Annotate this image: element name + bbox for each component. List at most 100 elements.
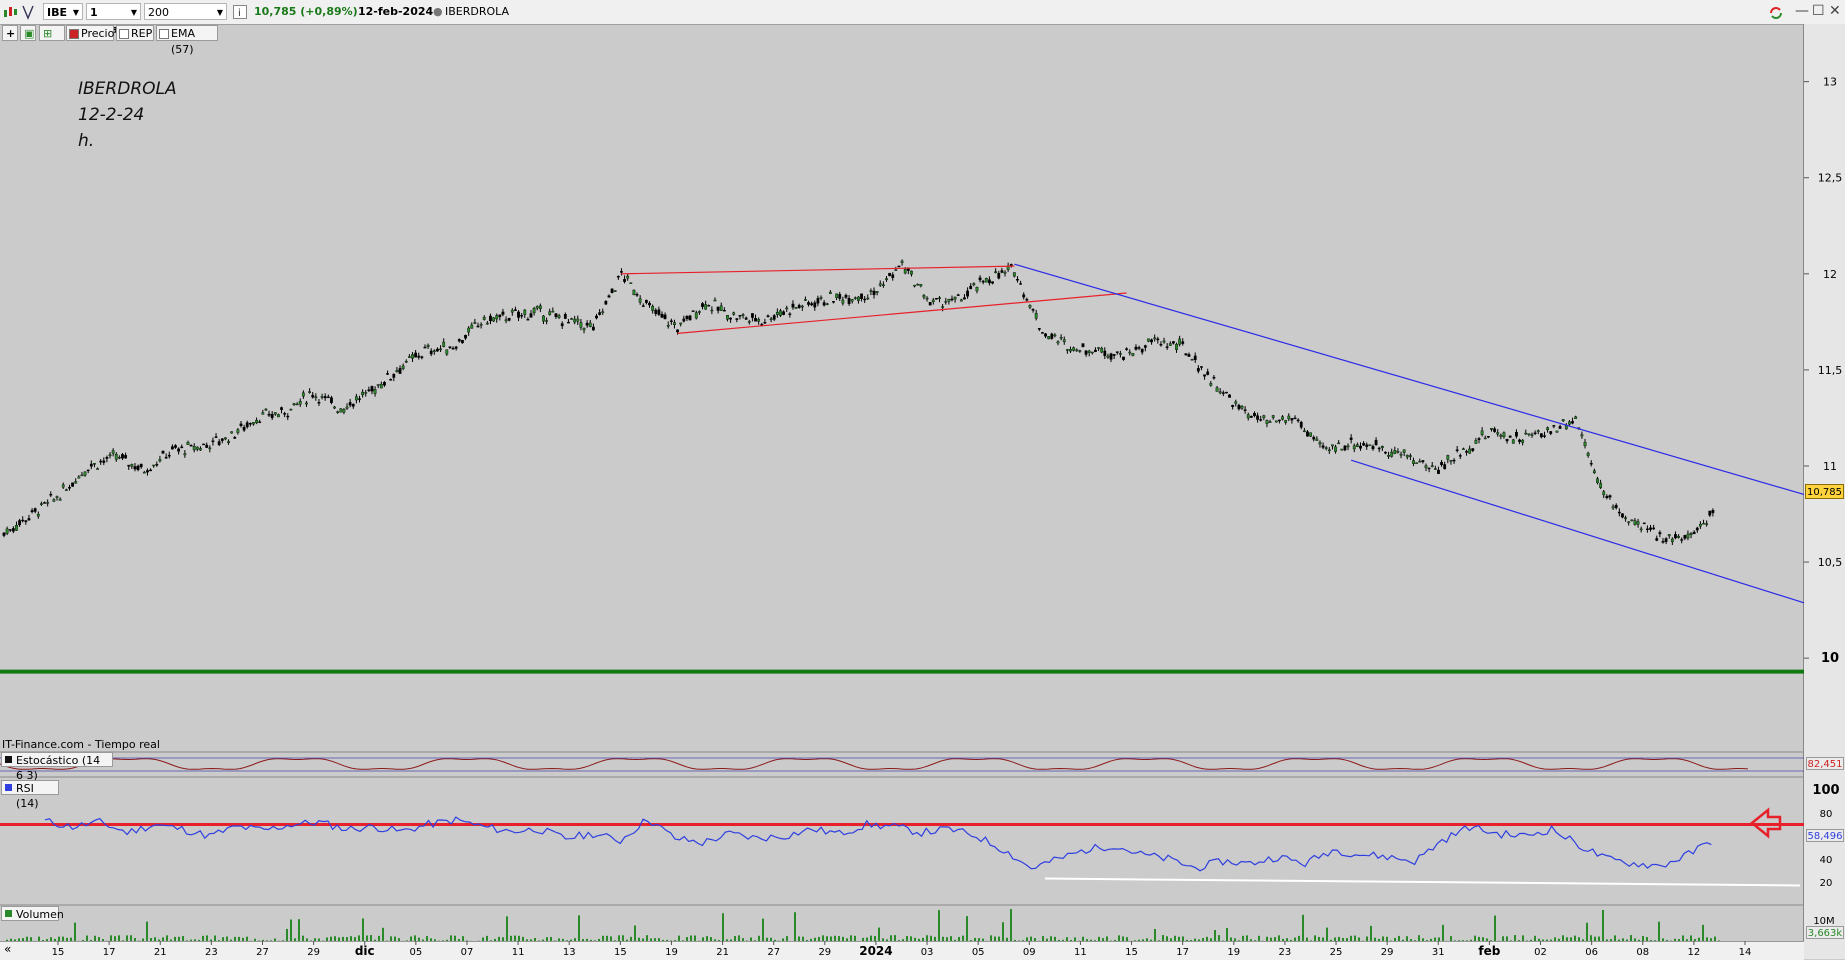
price-candle <box>1132 353 1134 355</box>
price-candle <box>1238 405 1240 409</box>
price-candle <box>1447 455 1449 459</box>
price-candle <box>539 306 541 309</box>
price-candle <box>324 396 326 398</box>
price-candle <box>527 319 529 320</box>
price-candle <box>1422 460 1424 462</box>
price-candle <box>748 321 750 322</box>
price-candle <box>970 286 972 289</box>
price-candle <box>536 306 538 308</box>
price-candle <box>249 423 251 424</box>
price-candle <box>436 349 438 351</box>
price-candle <box>37 514 39 516</box>
price-candle <box>1275 421 1277 422</box>
price-candle <box>1709 511 1711 515</box>
price-candle <box>792 304 794 307</box>
price-candle <box>1107 356 1109 357</box>
price-candle <box>1054 335 1056 336</box>
volume-bar <box>286 929 288 941</box>
rsi-tick-label: 100 <box>1812 783 1839 798</box>
price-candle <box>1182 342 1184 344</box>
price-candle <box>1478 438 1480 439</box>
price-candle <box>1587 453 1589 456</box>
price-candle <box>1584 442 1586 446</box>
price-candle <box>1618 512 1620 513</box>
volume-bar <box>1226 928 1228 941</box>
chart-canvas[interactable]: 1312,51211,51110,5101008060402010M <box>0 0 1845 959</box>
price-candle <box>798 305 800 308</box>
price-candle <box>1231 405 1233 407</box>
price-candle <box>960 300 962 302</box>
price-candle <box>1088 351 1090 353</box>
price-candle <box>1362 443 1364 445</box>
price-candle <box>779 311 781 316</box>
price-candle <box>1041 332 1043 333</box>
x-tick-label: 15 <box>614 947 627 958</box>
price-candle <box>1693 532 1695 534</box>
price-candle <box>1023 295 1025 297</box>
price-candle <box>78 477 80 478</box>
price-candle <box>898 266 900 267</box>
price-candle <box>1624 518 1626 519</box>
price-candle <box>209 448 211 449</box>
price-candle <box>520 315 522 316</box>
price-candle <box>62 485 64 487</box>
x-tick-label: dic <box>355 944 375 958</box>
price-candle <box>449 347 451 348</box>
price-candle <box>920 284 922 286</box>
price-candle <box>240 424 242 426</box>
x-tick-label: 07 <box>461 947 474 958</box>
price-candle <box>1459 455 1461 456</box>
price-candle <box>15 525 17 530</box>
price-candle <box>1250 416 1252 417</box>
price-candle <box>1316 439 1318 441</box>
price-candle <box>642 306 644 307</box>
price-candle <box>966 291 968 296</box>
price-candle <box>892 275 894 278</box>
price-candle <box>602 312 604 313</box>
price-candle <box>1428 468 1430 469</box>
price-candle <box>1500 435 1502 436</box>
price-candle <box>951 299 953 300</box>
price-candle <box>561 324 563 326</box>
price-candle <box>605 301 607 304</box>
price-candle <box>1668 534 1670 535</box>
price-candle <box>1300 422 1302 427</box>
price-candle <box>464 335 466 338</box>
price-candle <box>998 273 1000 278</box>
price-candle <box>349 402 351 405</box>
price-candle <box>377 385 379 386</box>
x-tick-label: 08 <box>1636 947 1649 958</box>
price-candle <box>1334 447 1336 452</box>
price-candle <box>224 438 226 439</box>
price-candle <box>1325 448 1327 449</box>
price-candle <box>53 500 55 502</box>
price-candle <box>895 270 897 271</box>
price-candle <box>330 398 332 403</box>
price-candle <box>361 392 363 395</box>
price-candle <box>932 300 934 302</box>
price-candle <box>1571 421 1573 423</box>
price-candle <box>1026 299 1028 300</box>
price-candle <box>1019 283 1021 284</box>
price-candle <box>1574 417 1576 419</box>
volume-label[interactable]: Volumen <box>1 906 59 921</box>
price-candle <box>708 305 710 306</box>
price-candle <box>1456 450 1458 451</box>
stoch-label[interactable]: Estocástico (14 6 3) <box>1 752 113 767</box>
price-candle <box>839 294 841 298</box>
price-candle <box>115 454 117 459</box>
price-candle <box>595 316 597 318</box>
price-candle <box>81 475 83 476</box>
price-candle <box>1512 440 1514 444</box>
price-candle <box>25 521 27 522</box>
price-candle <box>265 409 267 410</box>
price-candle <box>193 446 195 450</box>
price-candle <box>336 412 338 413</box>
price-candle <box>1100 348 1102 352</box>
rsi-label[interactable]: RSI (14) <box>1 780 59 795</box>
price-candle <box>1394 450 1396 453</box>
price-candle <box>327 397 329 398</box>
price-candle <box>1506 439 1508 441</box>
price-candle <box>910 271 912 274</box>
price-candle <box>633 290 635 295</box>
